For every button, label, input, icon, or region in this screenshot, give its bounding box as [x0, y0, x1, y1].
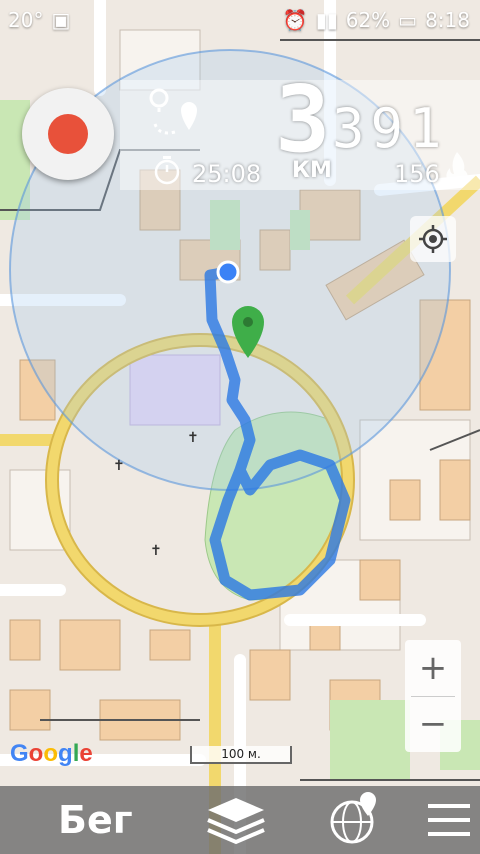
temperature: 20° [8, 8, 44, 32]
my-location-button[interactable] [410, 216, 456, 262]
zoom-controls: + − [405, 640, 461, 752]
menu-icon[interactable] [428, 802, 470, 838]
alarm-icon: ⏰ [282, 8, 308, 32]
globe-pin-icon[interactable] [328, 792, 384, 848]
svg-text:✝: ✝ [187, 430, 199, 446]
distance-fraction: 391 [332, 97, 448, 160]
calories: 156 [394, 160, 440, 188]
route-icon [149, 88, 197, 135]
crosshair-icon [419, 225, 447, 253]
zoom-divider [411, 696, 455, 697]
status-bar: 20° ▣ ⏰ ▮▮ 62% ▭ 8:18 [0, 0, 480, 38]
svg-text:✝: ✝ [150, 543, 162, 559]
activity-type-button[interactable]: Бег [58, 790, 133, 850]
stats-panel: 3 391 25:08 КМ 156 [120, 74, 480, 190]
zoom-out-button[interactable]: − [405, 696, 461, 752]
battery-text: 62% [345, 8, 391, 32]
layers-icon[interactable] [204, 794, 268, 848]
image-icon: ▣ [51, 8, 71, 32]
zoom-in-button[interactable]: + [405, 640, 461, 696]
signal-icon: ▮▮ [315, 8, 338, 32]
clock: 8:18 [425, 8, 470, 32]
distance-main: 3 [275, 66, 331, 173]
svg-text:✝: ✝ [113, 458, 125, 474]
duration: 25:08 [192, 160, 262, 188]
fire-icon [446, 152, 468, 185]
map-scale: 100 м. [190, 746, 292, 764]
record-icon [48, 114, 88, 154]
google-logo: Google [10, 740, 93, 767]
bottom-bar: Бег [0, 786, 480, 854]
distance-unit: КМ [292, 158, 332, 183]
battery-icon: ▭ [398, 8, 418, 32]
record-button[interactable] [22, 88, 114, 180]
timer-icon [154, 156, 180, 185]
